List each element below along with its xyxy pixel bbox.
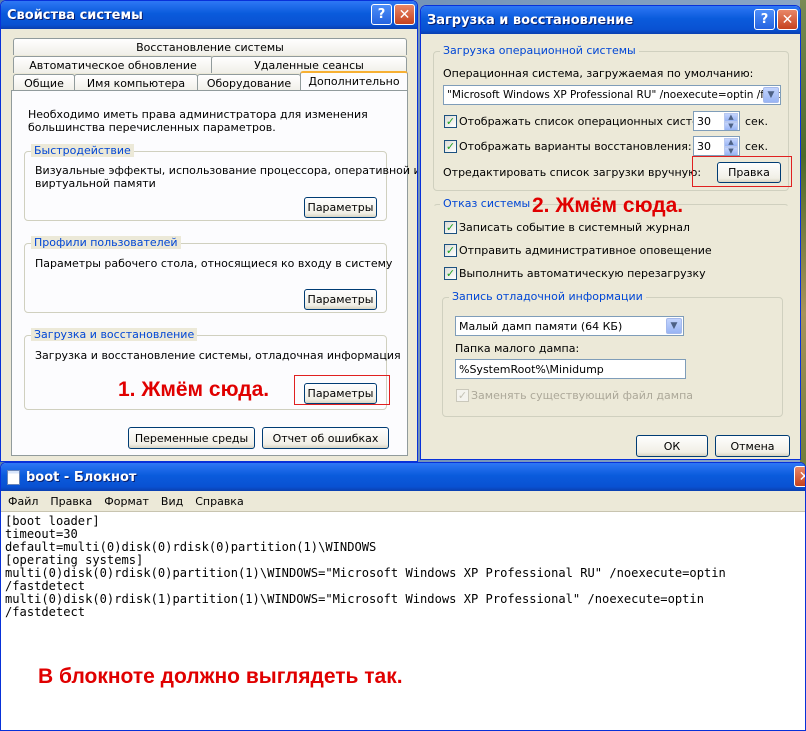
system-properties-titlebar: Свойства системы ? ✕ [1, 1, 417, 29]
system-failure-group: Отказ системы Записать событие в системн… [433, 197, 789, 430]
annotation-step1: 1. Жмём сюда. [118, 378, 270, 401]
performance-settings-button[interactable]: Параметры [304, 197, 377, 218]
dump-folder-input[interactable]: %SystemRoot%\Minidump [455, 359, 686, 379]
debug-info-title: Запись отладочной информации [449, 290, 646, 303]
startup-recovery-titlebar: Загрузка и восстановление ? ✕ [421, 6, 800, 34]
text-line: multi(0)disk(0)rdisk(1)partition(1)\WIND… [5, 592, 704, 606]
performance-group: Быстродействие Визуальные эффекты, испол… [24, 144, 417, 221]
user-profiles-text: Параметры рабочего стола, относящиеся ко… [35, 257, 393, 270]
notepad-icon [7, 469, 20, 485]
auto-restart-checkbox[interactable] [444, 267, 457, 280]
admin-intro-line2: большинства перечисленных параметров. [28, 121, 276, 134]
menu-view[interactable]: Вид [161, 495, 183, 508]
annotation-notepad-note: В блокноте должно выглядеть так. [38, 665, 403, 688]
dump-type-value: Малый дамп памяти (64 КБ) [459, 319, 623, 333]
startup-recovery-window: Загрузка и восстановление ? ✕ Загрузка о… [420, 5, 801, 460]
show-recovery-seconds[interactable]: 30 ▲ ▼ [693, 136, 740, 156]
notepad-menubar: Файл Правка Формат Вид Справка [1, 491, 805, 512]
show-os-list-label: Отображать список операционных систем: [459, 115, 711, 128]
os-startup-title: Загрузка операционной системы [440, 44, 639, 57]
help-button[interactable]: ? [371, 4, 392, 25]
notepad-titlebar: boot - Блокнот ✕ [1, 463, 805, 491]
write-event-checkbox[interactable] [444, 221, 457, 234]
show-os-list-checkbox[interactable] [444, 115, 457, 128]
text-line: multi(0)disk(0)rdisk(0)partition(1)\WIND… [5, 566, 726, 580]
tab-hardware[interactable]: Оборудование [197, 74, 301, 91]
startup-recovery-title: Загрузка и восстановление [31, 328, 198, 341]
cancel-button[interactable]: Отмена [715, 435, 790, 457]
error-reporting-button[interactable]: Отчет об ошибках [262, 427, 389, 449]
default-os-label: Операционная система, загружаемая по умо… [443, 67, 754, 80]
edit-boot-list-label: Отредактировать список загрузки вручную: [443, 166, 702, 179]
window-title: Загрузка и восстановление [427, 12, 634, 28]
environment-variables-button[interactable]: Переменные среды [128, 427, 255, 449]
text-line: [boot loader] [5, 514, 100, 528]
send-alert-label: Отправить административное оповещение [459, 244, 712, 257]
show-os-list-seconds[interactable]: 30 ▲ ▼ [693, 111, 740, 131]
default-os-value: "Microsoft Windows XP Professional RU" /… [447, 89, 781, 101]
tab-general[interactable]: Общие [13, 74, 75, 91]
dump-type-dropdown[interactable]: Малый дамп памяти (64 КБ) ▼ [455, 316, 684, 336]
show-recovery-label: Отображать варианты восстановления: [459, 140, 692, 153]
sec-label-2: сек. [745, 140, 768, 153]
chevron-down-icon[interactable]: ▼ [666, 318, 682, 334]
admin-intro-line1: Необходимо иметь права администратора дл… [28, 108, 368, 121]
close-button[interactable]: ✕ [394, 4, 415, 25]
startup-recovery-text: Загрузка и восстановление системы, отлад… [35, 349, 401, 362]
overwrite-dump-label: Заменять существующий файл дампа [471, 389, 694, 402]
tab-system-restore[interactable]: Восстановление системы [13, 38, 407, 55]
sec-label-1: сек. [745, 115, 768, 128]
overwrite-dump-checkbox[interactable] [456, 389, 469, 402]
user-profiles-settings-button[interactable]: Параметры [304, 289, 377, 310]
performance-text-1: Визуальные эффекты, использование процес… [35, 164, 418, 177]
window-title: boot - Блокнот [26, 469, 137, 485]
tab-automatic-updates[interactable]: Автоматическое обновление [13, 56, 213, 73]
text-line: /fastdetect [5, 605, 86, 619]
tab-advanced[interactable]: Дополнительно [300, 71, 408, 90]
performance-title: Быстродействие [31, 144, 134, 157]
menu-format[interactable]: Формат [104, 495, 149, 508]
close-button[interactable]: ✕ [777, 9, 798, 30]
ok-button[interactable]: ОК [636, 435, 708, 457]
chevron-down-icon[interactable]: ▼ [763, 87, 779, 103]
notepad-text-area[interactable]: [boot loader] timeout=30 default=multi(0… [1, 512, 805, 730]
menu-file[interactable]: Файл [8, 495, 38, 508]
default-os-dropdown[interactable]: "Microsoft Windows XP Professional RU" /… [443, 85, 781, 105]
user-profiles-group: Профили пользователей Параметры рабочего… [24, 236, 392, 313]
dump-folder-label: Папка малого дампа: [455, 342, 580, 355]
annotation-step2: 2. Жмём сюда. [532, 194, 684, 217]
tab-computer-name[interactable]: Имя компьютера [74, 74, 198, 91]
auto-restart-label: Выполнить автоматическую перезагрузку [459, 267, 706, 280]
close-button[interactable]: ✕ [794, 466, 805, 487]
spinner[interactable]: ▲ ▼ [724, 138, 738, 155]
performance-text-2: виртуальной памяти [35, 177, 156, 190]
user-profiles-title: Профили пользователей [31, 236, 181, 249]
highlight-startup-settings [294, 375, 390, 405]
write-event-label: Записать событие в системный журнал [459, 221, 690, 234]
highlight-edit-button [692, 156, 792, 187]
menu-help[interactable]: Справка [195, 495, 243, 508]
help-button[interactable]: ? [754, 9, 775, 30]
window-title: Свойства системы [7, 7, 143, 23]
send-alert-checkbox[interactable] [444, 244, 457, 257]
notepad-window: boot - Блокнот ✕ Файл Правка Формат Вид … [0, 462, 806, 731]
menu-edit[interactable]: Правка [50, 495, 92, 508]
debug-info-group: Запись отладочной информации Малый дамп … [442, 290, 783, 417]
spinner[interactable]: ▲ ▼ [724, 113, 738, 130]
show-recovery-checkbox[interactable] [444, 140, 457, 153]
system-failure-title: Отказ системы [440, 197, 534, 210]
